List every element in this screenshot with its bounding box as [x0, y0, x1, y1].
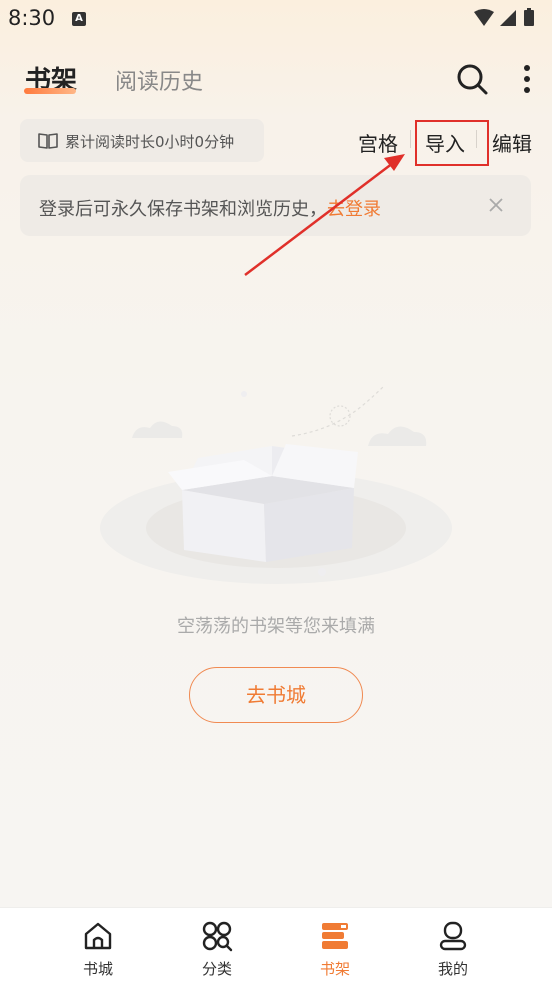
grid-view-button[interactable]: 宫格 [358, 128, 398, 157]
login-banner-text: 登录后可永久保存书架和浏览历史， [39, 199, 327, 220]
wifi-icon [474, 9, 494, 26]
nav-item-bookstore[interactable]: 书城 [58, 908, 138, 983]
empty-state-text: 空荡荡的书架等您来填满 [177, 616, 375, 637]
empty-box-illustration [100, 385, 452, 584]
status-bar: 8:30 A [0, 0, 552, 36]
nav-label: 书架 [319, 960, 350, 978]
login-banner: 登录后可永久保存书架和浏览历史，去登录 [20, 175, 531, 236]
status-icons [474, 8, 534, 26]
nav-item-bookshelf[interactable]: 书架 [295, 908, 375, 983]
reading-stats-text: 累计阅读时长0小时0分钟 [65, 133, 235, 151]
annotation-highlight-box [415, 120, 489, 166]
signal-icon [500, 10, 516, 26]
go-to-bookstore-button[interactable]: 去书城 [189, 667, 363, 723]
profile-icon [439, 921, 467, 951]
login-banner-message: 登录后可永久保存书架和浏览历史，去登录 [39, 195, 381, 221]
bottom-navigation: 书城 分类 书架 我的 [0, 907, 552, 983]
header: 书架 阅读历史 [0, 44, 552, 108]
nav-label: 我的 [437, 960, 468, 978]
more-vertical-icon[interactable] [516, 62, 538, 96]
nav-item-profile[interactable]: 我的 [413, 908, 493, 983]
bookshelf-icon [322, 923, 348, 949]
login-link[interactable]: 去登录 [327, 199, 381, 220]
divider [410, 130, 411, 148]
status-time: 8:30 [8, 6, 56, 30]
close-icon[interactable] [482, 191, 510, 219]
battery-icon [524, 10, 534, 26]
nav-item-category[interactable]: 分类 [177, 908, 257, 983]
tab-reading-history[interactable]: 阅读历史 [115, 64, 203, 96]
reading-stats: 累计阅读时长0小时0分钟 [20, 119, 264, 162]
search-icon[interactable] [455, 62, 489, 96]
nav-label: 书城 [82, 960, 113, 978]
edit-button[interactable]: 编辑 [492, 128, 532, 157]
book-icon [38, 133, 58, 149]
category-icon [202, 921, 233, 952]
home-icon [84, 922, 112, 950]
active-tab-indicator [24, 88, 76, 94]
nav-label: 分类 [201, 960, 232, 978]
notification-badge-icon: A [72, 12, 86, 26]
